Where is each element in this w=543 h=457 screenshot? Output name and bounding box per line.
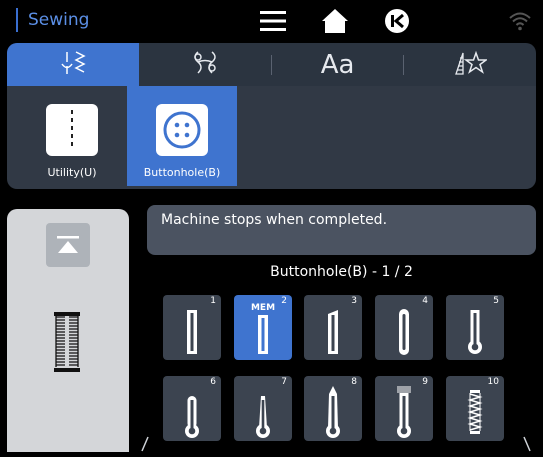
category-panel: Utility(U) Buttonhole(B) [7, 86, 536, 189]
category-buttonhole-label: Buttonhole(B) [143, 166, 221, 179]
keyhole-buttonhole-icon [185, 396, 199, 438]
stitch-tile-2[interactable]: MEM 2 [234, 295, 292, 360]
category-utility-label: Utility(U) [47, 166, 97, 179]
stitch-tile-10[interactable]: 10 [446, 376, 504, 441]
stitch-type-tabs: Aa [7, 43, 536, 86]
home-icon[interactable] [320, 6, 350, 36]
square-buttonhole-icon [258, 315, 268, 354]
tab-decorative-stitches[interactable] [139, 43, 272, 86]
back-icon[interactable] [382, 6, 412, 36]
stitch-tile-6[interactable]: 6 [163, 376, 221, 441]
decorative-stitch-icon [190, 49, 220, 81]
rounded-buttonhole-icon [328, 310, 338, 354]
tab-character-stitches[interactable]: Aa [272, 43, 404, 86]
tab-utility-stitches[interactable] [7, 43, 140, 86]
stitch-tile-7[interactable]: 7 [234, 376, 292, 441]
stitch-tile-1[interactable]: 1 [163, 295, 221, 360]
stitch-tile-5[interactable]: 5 [446, 295, 504, 360]
zigzag-buttonhole-icon [467, 390, 483, 434]
tapered-keyhole-buttonhole-icon [256, 396, 270, 438]
favorite-stitch-icon [453, 49, 489, 81]
square-buttonhole-icon [187, 310, 197, 354]
reinforced-keyhole-buttonhole-icon [326, 386, 340, 438]
wifi-icon [505, 6, 535, 36]
category-utility[interactable]: Utility(U) [17, 86, 127, 186]
status-message: Machine stops when completed. [147, 205, 536, 255]
page-indicator: Buttonhole(B) - 1 / 2 [270, 264, 413, 280]
straight-stitch-icon [46, 104, 98, 156]
keyhole-buttonhole-icon [468, 310, 482, 354]
previous-page-arrow[interactable] [140, 436, 150, 457]
stitch-tile-8[interactable]: 8 [304, 376, 362, 441]
button-icon [156, 104, 208, 156]
stitch-preview-panel [7, 209, 129, 452]
buttonhole-preview-icon [54, 312, 80, 372]
bartack-keyhole-buttonhole-icon [397, 386, 411, 438]
stitch-tile-3[interactable]: 3 [304, 295, 362, 360]
menu-icon[interactable] [258, 6, 288, 36]
scroll-to-top-button[interactable] [46, 223, 90, 267]
top-bar: Sewing [0, 0, 543, 40]
stitch-tile-9[interactable]: 9 [375, 376, 433, 441]
stitch-tile-4[interactable]: 4 [375, 295, 433, 360]
tab-character-label: Aa [320, 49, 355, 80]
category-buttonhole[interactable]: Buttonhole(B) [127, 86, 237, 186]
round-end-buttonhole-icon [399, 309, 409, 355]
tab-favorite-stitches[interactable] [404, 43, 536, 86]
app-title: Sewing [16, 8, 89, 32]
utility-stitch-icon [56, 49, 90, 81]
next-page-arrow[interactable] [522, 436, 532, 457]
